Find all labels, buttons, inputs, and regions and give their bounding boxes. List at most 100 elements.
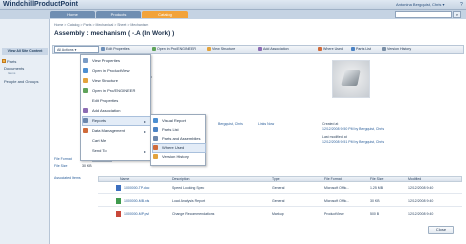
menu-item-open-in-productview[interactable]: Open in ProductView (83, 67, 150, 75)
row-divider (98, 193, 462, 194)
created-label: Created at (322, 122, 339, 126)
where-used-icon (318, 46, 322, 51)
sidebar-subitem-items[interactable]: Items (8, 71, 15, 75)
menu-item-where-used[interactable]: Where Used (152, 143, 206, 153)
where-used-icon (153, 145, 158, 150)
table-cell-file-format: ProductView (324, 212, 344, 216)
pro-engineer-icon (152, 46, 156, 51)
table-cell-type: Markup (272, 212, 284, 216)
column-header-file-size[interactable]: File Size (370, 177, 383, 181)
blank-icon (83, 138, 88, 143)
page-title: Assembly : mechanism ( -.A (In Work) ) (54, 30, 175, 37)
menu-item-open-in-pro-engineer[interactable]: Open in Pro/ENGINEER (83, 87, 150, 95)
modified-value[interactable]: 12/12/2008 9:51 PM by Bergquist, Chris (322, 140, 384, 144)
table-cell-description: Load Analysis Report (172, 199, 206, 203)
close-button[interactable]: Close (428, 226, 454, 234)
sidebar-item-parts[interactable]: Parts (7, 59, 16, 64)
menu-item-view-properties[interactable]: View Properties (83, 57, 150, 65)
version-history-button[interactable]: Version History (382, 46, 411, 53)
association-icon (83, 108, 88, 113)
table-cell-file-format: Microsoft Offic... (324, 186, 350, 190)
table-cell-file-format: Microsoft Offic... (324, 199, 350, 203)
table-cell-modified: 12/12/2008 9:40 (408, 199, 434, 203)
menu-item-visual-report[interactable]: Visual Report (153, 117, 205, 125)
all-actions-menu: View Properties Open in ProductView View… (80, 54, 151, 161)
search-icon[interactable]: ⌕ (453, 11, 461, 18)
column-header-description[interactable]: Description (172, 177, 190, 181)
menu-item-view-structure[interactable]: View Structure (83, 77, 150, 85)
parts-list-button[interactable]: Parts List (351, 46, 371, 53)
column-header-type[interactable]: Type (272, 177, 280, 181)
table-cell-modified: 12/12/2008 9:40 (408, 212, 434, 216)
menu-item-version-history[interactable]: Version History (153, 153, 205, 161)
association-icon (258, 46, 262, 51)
history-icon (153, 154, 158, 159)
model-preview-shape (341, 70, 361, 86)
excel-document-icon (116, 198, 121, 204)
file-size-label: File Size (54, 164, 68, 168)
menu-item-cart-me[interactable]: Cart Me (83, 137, 150, 145)
where-used-button[interactable]: Where Used (318, 46, 343, 53)
table-cell-name[interactable]: 1000000-MP.pvl (124, 212, 149, 216)
table-cell-file-size: 30 KB (370, 199, 380, 203)
owner-link[interactable]: Bergquist, Chris (218, 122, 243, 126)
menu-item-parts-and-assemblies[interactable]: Parts and Assemblies (153, 135, 205, 143)
column-header-name[interactable]: Name (120, 177, 129, 181)
row-divider (98, 206, 462, 207)
table-cell-description: Change Recommendations (172, 212, 215, 216)
view-all-site-content-link[interactable]: View All Site Content (2, 48, 48, 55)
links-now-link[interactable]: Links Now (258, 122, 274, 126)
menu-item-add-association[interactable]: Add Association (83, 107, 150, 115)
menu-item-send-to[interactable]: Send To (83, 147, 150, 155)
menu-item-parts-list[interactable]: Parts List (153, 126, 205, 134)
table-cell-description: Speed Looking Spec (172, 186, 205, 190)
menu-item-edit-properties[interactable]: Edit Properties (83, 97, 150, 105)
data-management-icon (83, 128, 88, 133)
sidebar-item-people-and-groups[interactable]: People and Groups (4, 79, 38, 84)
submenu-arrow-icon: ▸ (144, 149, 147, 154)
properties-icon (83, 58, 88, 63)
structure-icon (83, 78, 88, 83)
breadcrumb[interactable]: Home > Catalog > Parts > Mechanical > Sh… (54, 23, 148, 27)
column-header-modified[interactable]: Modified (408, 177, 421, 181)
file-format-label: File Format (54, 157, 72, 161)
word-document-icon (116, 185, 121, 191)
column-header-file-format[interactable]: File Format (324, 177, 342, 181)
edit-properties-button[interactable]: Edit Properties (101, 46, 130, 53)
user-menu-link[interactable]: Antonina Bergquist, Chris ▾ (396, 2, 444, 7)
history-icon (382, 46, 386, 51)
tab-catalog[interactable]: Catalog (142, 11, 188, 18)
markup-document-icon (116, 211, 121, 217)
visual-report-icon (153, 118, 158, 123)
pro-engineer-icon (83, 88, 88, 93)
blank-icon (83, 148, 88, 153)
structure-icon (207, 46, 211, 51)
parts-list-icon (351, 46, 355, 51)
submenu-arrow-icon: ▸ (144, 129, 147, 134)
modified-label: Last modified at (322, 135, 347, 139)
all-actions-dropdown[interactable]: All Actions ▾ (54, 46, 99, 53)
menu-item-reports[interactable]: Reports (82, 116, 151, 126)
reports-icon (83, 118, 88, 123)
created-value[interactable]: 12/12/2008 9:50 PM by Bergquist, Chris (322, 127, 384, 131)
tab-products[interactable]: Products (96, 11, 141, 18)
view-structure-button[interactable]: View Structure (207, 46, 235, 53)
table-cell-modified: 12/12/2008 9:40 (408, 186, 434, 190)
tab-home[interactable]: Home (50, 11, 95, 18)
submenu-arrow-icon: ▸ (144, 119, 147, 124)
table-cell-name[interactable]: 1000000-MB.xls (124, 199, 149, 203)
help-icon[interactable]: ? (460, 2, 463, 8)
menu-item-data-management[interactable]: Data Management (83, 127, 150, 135)
table-cell-file-size: 500 B (370, 212, 380, 216)
edit-icon (101, 46, 105, 51)
table-cell-name[interactable]: 1000000-TP.doc (124, 186, 149, 190)
productview-icon (83, 68, 88, 73)
table-cell-type: General (272, 186, 285, 190)
search-input[interactable] (395, 11, 452, 18)
reports-submenu: Visual Report Parts List Parts and Assem… (150, 114, 206, 166)
table-cell-type: General (272, 199, 285, 203)
parts-list-icon (153, 127, 158, 132)
add-association-button[interactable]: Add Association (258, 46, 289, 53)
app-logo[interactable]: WindchillProductPoint (3, 1, 78, 8)
open-in-pro-engineer-button[interactable]: Open in Pro/ENGINEER (152, 46, 196, 53)
